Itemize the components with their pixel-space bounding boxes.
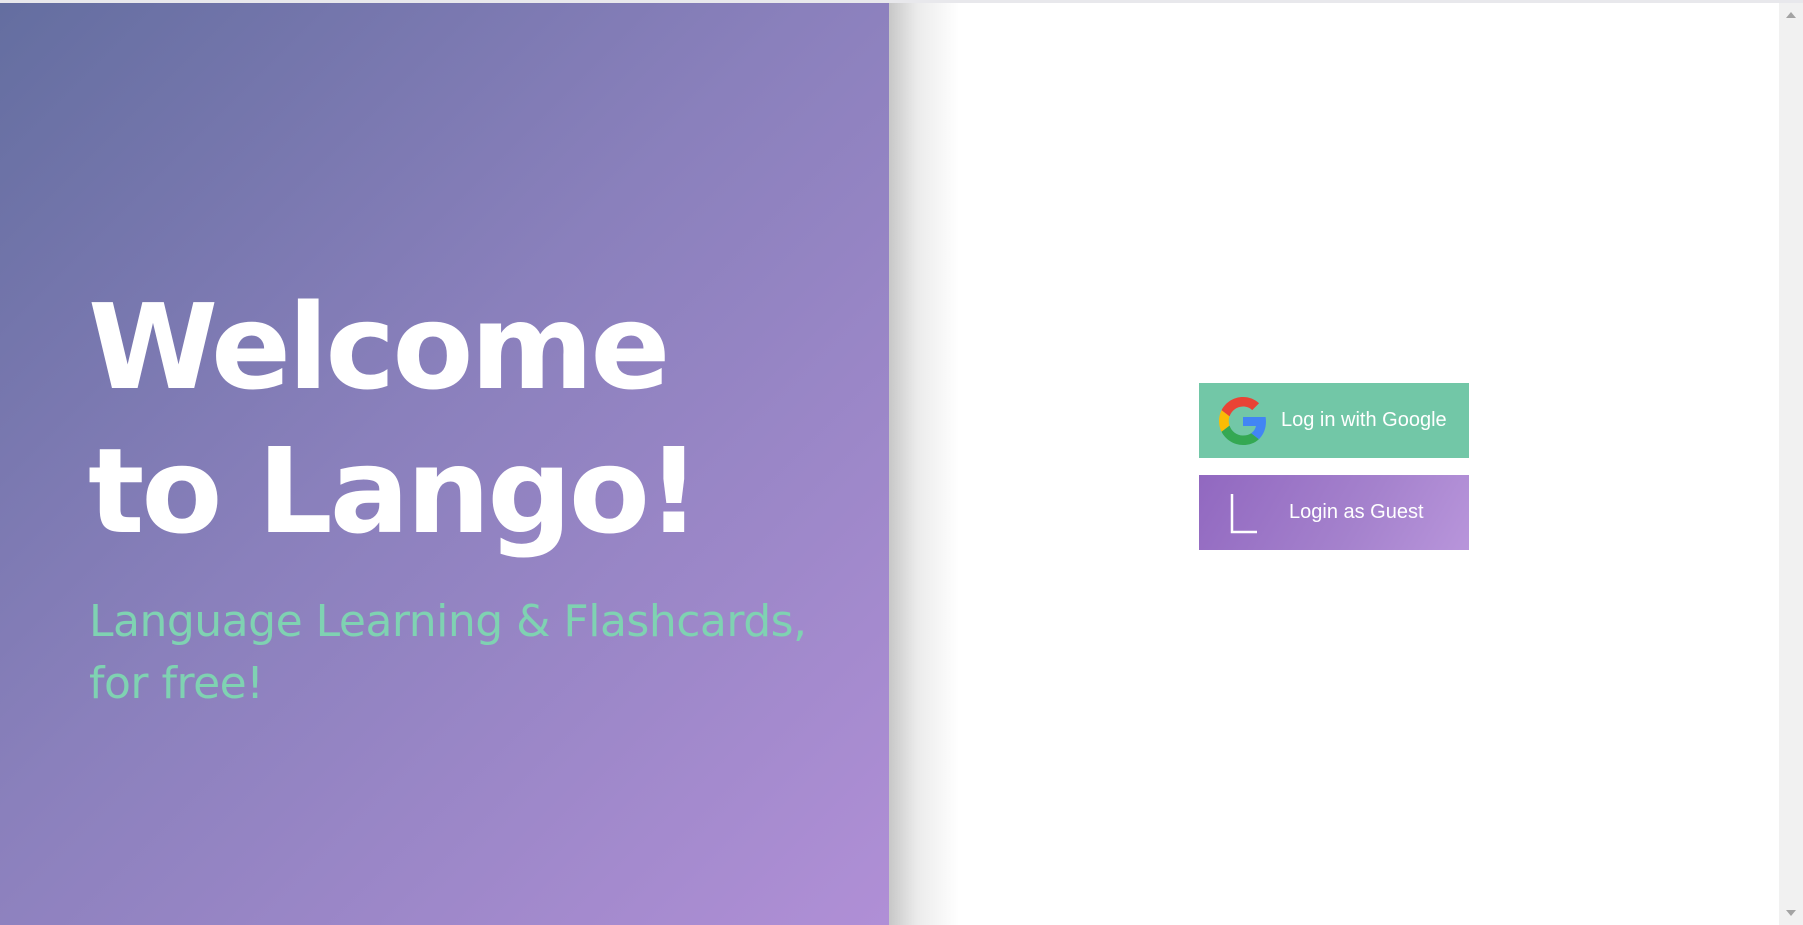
letter-l-icon	[1219, 489, 1267, 537]
hero-panel-shadow	[889, 3, 959, 925]
hero-subtitle: Language Learning & Flashcards, for free…	[89, 596, 807, 709]
scroll-down-arrow-icon[interactable]	[1786, 910, 1796, 916]
google-icon	[1219, 396, 1267, 445]
hero-title-line-2: to Lango!	[88, 422, 701, 560]
login-panel: Log in with Google Login as Guest	[1199, 383, 1469, 550]
vertical-scrollbar[interactable]	[1779, 3, 1803, 925]
hero-title-line-1: Welcome	[88, 278, 670, 416]
hero-panel: Welcome to Lango! Language Learning & Fl…	[0, 3, 889, 925]
hero-title: Welcome to Lango!	[88, 275, 868, 563]
scroll-up-arrow-icon[interactable]	[1786, 12, 1796, 18]
google-login-button[interactable]: Log in with Google	[1199, 383, 1469, 458]
guest-login-label: Login as Guest	[1289, 501, 1424, 523]
google-login-label: Log in with Google	[1281, 409, 1447, 431]
guest-login-button[interactable]: Login as Guest	[1199, 475, 1469, 550]
